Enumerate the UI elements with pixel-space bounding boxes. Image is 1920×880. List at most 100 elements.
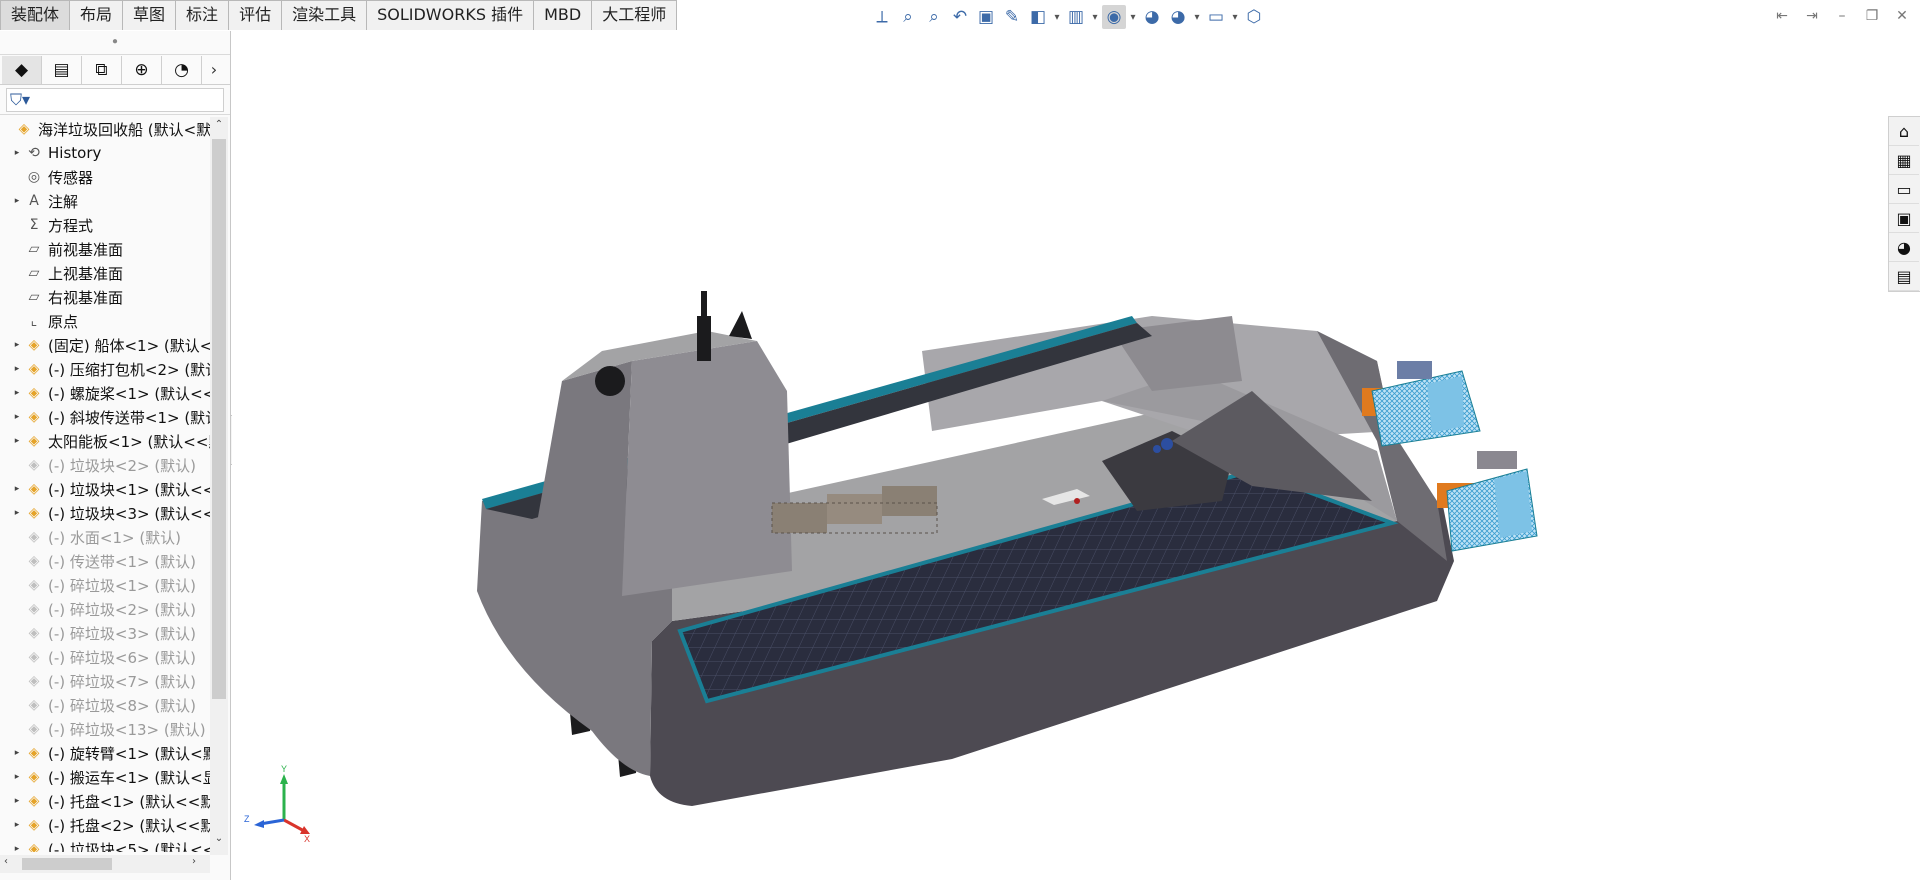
tree-horizontal-scrollbar[interactable]: ‹ › <box>0 855 210 873</box>
panel-grip[interactable]: ⦁ <box>0 31 230 55</box>
tree-item[interactable]: ⌞ 原点 <box>0 309 210 333</box>
tree-item[interactable]: ▱ 右视基准面 <box>0 285 210 309</box>
tree-item[interactable]: ▸ ◈ (-) 垃圾块<1> (默认<< <box>0 477 210 501</box>
scroll-right-icon[interactable]: › <box>192 856 196 867</box>
custom-properties-icon[interactable]: ▤ <box>1889 262 1919 291</box>
graphics-area[interactable]: ⌂ ▦ ▭ ▣ ◕ ▤ <box>232 31 1920 880</box>
tree-item[interactable]: ◈ (-) 碎垃圾<1> (默认) <box>0 573 210 597</box>
expand-arrow-icon[interactable]: ▸ <box>10 796 24 806</box>
zoom-to-area-icon[interactable]: ⌕ <box>922 5 946 29</box>
tree-item[interactable]: ◈ (-) 碎垃圾<7> (默认) <box>0 669 210 693</box>
tree-item[interactable]: ◈ (-) 碎垃圾<6> (默认) <box>0 645 210 669</box>
view-cube-icon[interactable]: ▥ <box>1064 5 1088 29</box>
tab-3[interactable]: 标注 <box>175 0 230 30</box>
design-library-icon[interactable]: ▦ <box>1889 146 1919 175</box>
tree-item[interactable]: ◎ 传感器 <box>0 165 210 189</box>
edit-appearance-icon[interactable]: ◕ <box>1140 5 1164 29</box>
tab-2[interactable]: 草图 <box>122 0 177 30</box>
tree-item[interactable]: ▸ ◈ (-) 搬运车<1> (默认<显 <box>0 765 210 789</box>
tree-item[interactable]: ▸ ◈ (-) 托盘<2> (默认<<默 <box>0 813 210 837</box>
minimize-icon[interactable]: – <box>1832 6 1852 26</box>
tree-vertical-scrollbar[interactable]: ⌃ ⌄ <box>210 117 228 855</box>
appearances-icon[interactable]: ◕ <box>1889 233 1919 262</box>
expand-arrow-icon[interactable]: ▸ <box>10 340 24 350</box>
tree-item[interactable]: ◈ (-) 碎垃圾<3> (默认) <box>0 621 210 645</box>
expand-arrow-icon[interactable]: ▸ <box>10 148 24 158</box>
file-explorer-icon[interactable]: ▭ <box>1889 175 1919 204</box>
expand-arrow-icon[interactable]: ▸ <box>10 196 24 206</box>
dropdown-caret-icon[interactable]: ▾ <box>1090 12 1100 23</box>
tree-item[interactable]: ▸ A 注解 <box>0 189 210 213</box>
more-tabs-icon[interactable]: › <box>202 60 226 79</box>
apply-scene-icon[interactable]: ◕ <box>1166 5 1190 29</box>
tree-item[interactable]: ◈ (-) 碎垃圾<2> (默认) <box>0 597 210 621</box>
expand-arrow-icon[interactable]: ▸ <box>10 364 24 374</box>
view-palette-icon[interactable]: ▣ <box>1889 204 1919 233</box>
tree-item[interactable]: ▸ ⟲ History <box>0 141 210 165</box>
expand-arrow-icon[interactable]: ▸ <box>10 388 24 398</box>
expand-arrow-icon[interactable]: ▸ <box>10 772 24 782</box>
tree-item[interactable]: ◈ (-) 传送带<1> (默认) <box>0 549 210 573</box>
expand-arrow-icon[interactable]: ▸ <box>10 484 24 494</box>
filter-input[interactable]: ⛉▾ <box>6 87 224 112</box>
scroll-thumb-horizontal[interactable] <box>22 858 112 870</box>
dropdown-caret-icon[interactable]: ▾ <box>1052 12 1062 23</box>
tab-8[interactable]: 大工程师 <box>591 0 678 30</box>
tree-item[interactable]: ▸ ◈ (-) 托盘<1> (默认<<默 <box>0 789 210 813</box>
scroll-left-icon[interactable]: ‹ <box>4 856 8 867</box>
expand-arrow-icon[interactable]: ▸ <box>10 508 24 518</box>
view-settings-icon[interactable]: ▭ <box>1204 5 1228 29</box>
tree-item[interactable]: ▸ ◈ (固定) 船体<1> (默认<< <box>0 333 210 357</box>
propertymanager-icon[interactable]: ▤ <box>42 55 82 84</box>
tab-1[interactable]: 布局 <box>69 0 124 30</box>
section-view-icon[interactable]: ▣ <box>974 5 998 29</box>
tree-item[interactable]: ▸ ◈ (-) 垃圾块<3> (默认<< <box>0 501 210 525</box>
home-icon[interactable]: ⌂ <box>1889 117 1919 146</box>
tree-item[interactable]: ◈ (-) 碎垃圾<8> (默认) <box>0 693 210 717</box>
expand-arrow-icon[interactable]: ▸ <box>10 844 24 852</box>
hide-show-icon[interactable]: ◉ <box>1102 5 1126 29</box>
tree-item[interactable]: ▸ ◈ (-) 螺旋桨<1> (默认<< <box>0 381 210 405</box>
tree-item[interactable]: Σ 方程式 <box>0 213 210 237</box>
dropdown-caret-icon[interactable]: ▾ <box>1230 12 1240 23</box>
tree-item[interactable]: ▸ ◈ (-) 垃圾块<5> (默认<< <box>0 837 210 853</box>
ship-model[interactable] <box>232 31 1920 880</box>
dynamic-annotation-icon[interactable]: ✎ <box>1000 5 1024 29</box>
dimxpertmanager-icon[interactable]: ⊕ <box>122 55 162 84</box>
scroll-thumb[interactable] <box>212 139 226 699</box>
isometric-cube-icon[interactable]: ⬡ <box>1242 5 1266 29</box>
featuremanager-icon[interactable]: ◆ <box>2 55 42 84</box>
tab-6[interactable]: SOLIDWORKS 插件 <box>366 0 535 30</box>
close-icon[interactable]: ✕ <box>1892 6 1912 26</box>
dropdown-caret-icon[interactable]: ▾ <box>1192 12 1202 23</box>
display-style-icon[interactable]: ◧ <box>1026 5 1050 29</box>
tree-item[interactable]: ▸ ◈ (-) 斜坡传送带<1> (默认 <box>0 405 210 429</box>
expand-arrow-icon[interactable]: ▸ <box>10 412 24 422</box>
tab-4[interactable]: 评估 <box>228 0 283 30</box>
filter-icon[interactable]: ⛉▾ <box>10 90 30 110</box>
collapse-left-icon[interactable]: ⇤ <box>1772 6 1792 26</box>
tab-0[interactable]: 装配体 <box>0 0 71 30</box>
tree-item[interactable]: ◈ (-) 碎垃圾<13> (默认) <box>0 717 210 741</box>
expand-right-icon[interactable]: ⇥ <box>1802 6 1822 26</box>
view-orientation-icon[interactable]: ⟂ <box>870 5 894 29</box>
tree-item[interactable]: ◈ 海洋垃圾回收船 (默认<默认 <box>0 117 210 141</box>
dropdown-caret-icon[interactable]: ▾ <box>1128 12 1138 23</box>
expand-arrow-icon[interactable]: ▸ <box>10 436 24 446</box>
scroll-down-icon[interactable]: ⌄ <box>210 833 228 844</box>
tree-item[interactable]: ▸ ◈ (-) 压缩打包机<2> (默认 <box>0 357 210 381</box>
expand-arrow-icon[interactable]: ▸ <box>10 820 24 830</box>
tab-7[interactable]: MBD <box>533 0 593 30</box>
zoom-to-fit-icon[interactable]: ⌕ <box>896 5 920 29</box>
configurationmanager-icon[interactable]: ⧉ <box>82 55 122 84</box>
previous-view-icon[interactable]: ↶ <box>948 5 972 29</box>
tree-item[interactable]: ▱ 上视基准面 <box>0 261 210 285</box>
tree-item[interactable]: ▱ 前视基准面 <box>0 237 210 261</box>
tree-item[interactable]: ▸ ◈ (-) 旋转臂<1> (默认<默 <box>0 741 210 765</box>
displaymanager-icon[interactable]: ◔ <box>162 55 202 84</box>
scroll-up-icon[interactable]: ⌃ <box>210 119 228 130</box>
expand-arrow-icon[interactable]: ▸ <box>10 748 24 758</box>
tree-item[interactable]: ◈ (-) 水面<1> (默认) <box>0 525 210 549</box>
tree-item[interactable]: ▸ ◈ 太阳能板<1> (默认<<默 <box>0 429 210 453</box>
tab-5[interactable]: 渲染工具 <box>281 0 368 30</box>
